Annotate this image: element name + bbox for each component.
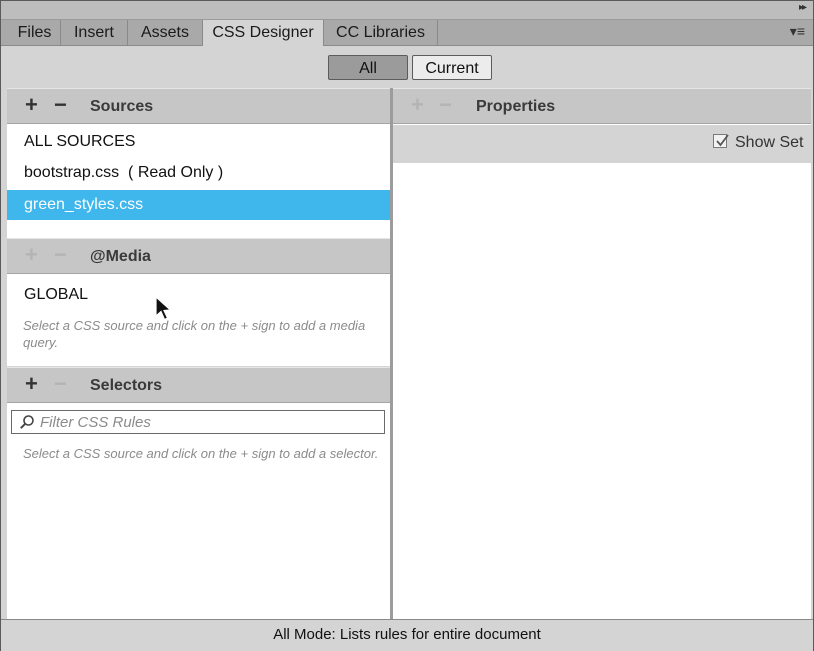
add-media-icon[interactable]: + [25, 243, 38, 267]
selectors-list: Select a CSS source and click on the + s… [7, 403, 390, 619]
show-set-checkbox[interactable] [713, 134, 729, 148]
remove-selector-icon[interactable]: − [54, 372, 67, 396]
panel-menu-icon[interactable]: ▾≡ [790, 23, 805, 40]
sources-list: ALL SOURCES bootstrap.css ( Read Only ) … [7, 124, 390, 238]
tab-css-designer[interactable]: CSS Designer [203, 20, 324, 46]
tab-insert[interactable]: Insert [61, 20, 128, 45]
filter-css-rules-input[interactable] [40, 413, 370, 431]
search-icon [19, 414, 35, 435]
show-set-label[interactable]: Show Set [735, 134, 803, 152]
sources-title: Sources [90, 98, 154, 115]
source-item-green-styles[interactable]: green_styles.css [7, 190, 390, 220]
all-mode-button[interactable]: All [328, 55, 408, 80]
media-item-global[interactable]: GLOBAL [7, 280, 390, 310]
properties-title: Properties [476, 98, 556, 115]
tab-assets[interactable]: Assets [128, 20, 203, 45]
properties-header: + − Properties [393, 88, 811, 124]
mode-bar: All Current [7, 47, 809, 87]
selectors-header: + − Selectors [7, 367, 390, 403]
media-title: @Media [90, 248, 151, 265]
panel-top-strip: ▸▸ [1, 1, 813, 20]
filter-css-rules-field[interactable] [11, 410, 385, 434]
left-column: + − Sources ALL SOURCES bootstrap.css ( … [7, 88, 390, 619]
current-mode-button[interactable]: Current [412, 55, 492, 80]
css-designer-panel: ▸▸ Files Insert Assets CSS Designer CC L… [0, 0, 814, 651]
source-item-all[interactable]: ALL SOURCES [7, 127, 390, 157]
mouse-pointer-icon [155, 295, 173, 327]
collapse-panel-icon[interactable]: ▸▸ [799, 2, 807, 13]
remove-media-icon[interactable]: − [54, 243, 67, 267]
media-hint: Select a CSS source and click on the + s… [23, 318, 366, 350]
tab-files[interactable]: Files [9, 20, 61, 45]
status-bar: All Mode: Lists rules for entire documen… [1, 619, 813, 651]
add-selector-icon[interactable]: + [25, 372, 38, 396]
source-item-bootstrap[interactable]: bootstrap.css ( Read Only ) [7, 158, 390, 188]
show-set-bar: Show Set [393, 125, 811, 163]
right-column: + − Properties Show Set [393, 88, 811, 619]
tab-cc-libraries[interactable]: CC Libraries [324, 20, 438, 45]
selectors-hint: Select a CSS source and click on the + s… [23, 446, 379, 461]
add-property-icon[interactable]: + [411, 93, 424, 117]
media-list: GLOBAL Select a CSS source and click on … [7, 274, 390, 366]
sources-header: + − Sources [7, 88, 390, 124]
add-source-icon[interactable]: + [25, 93, 38, 117]
media-header: + − @Media [7, 238, 390, 274]
remove-source-icon[interactable]: − [54, 93, 67, 117]
panel-tab-bar: Files Insert Assets CSS Designer CC Libr… [1, 20, 813, 46]
selectors-title: Selectors [90, 377, 163, 394]
remove-property-icon[interactable]: − [439, 93, 452, 117]
